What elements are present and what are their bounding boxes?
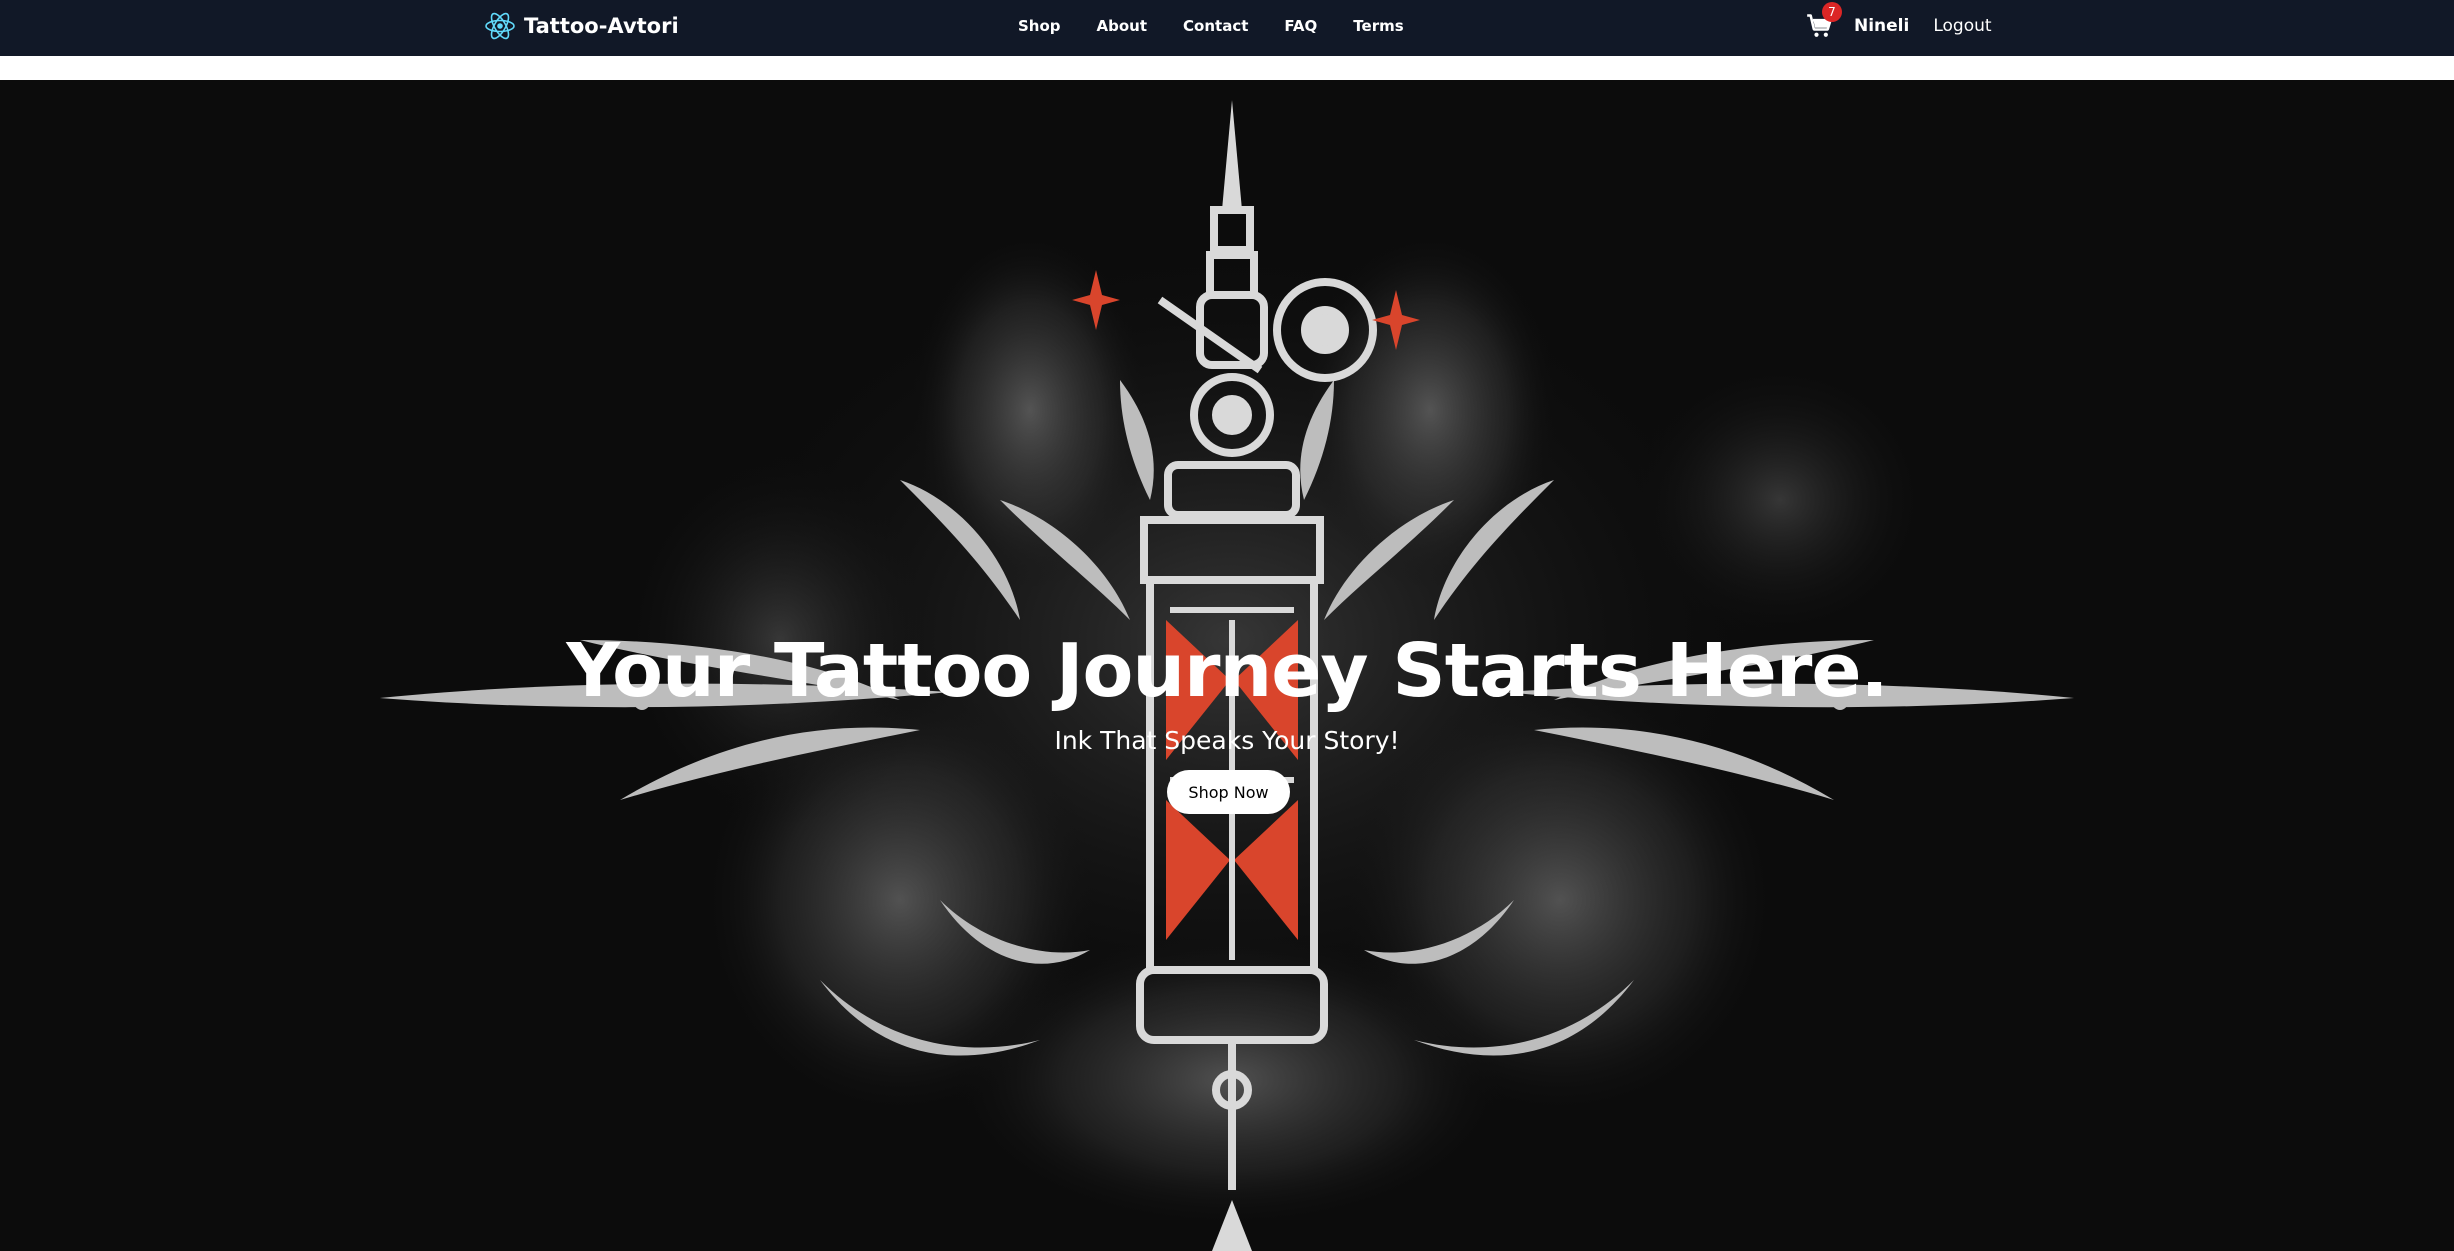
cart-button[interactable]: 7 bbox=[1806, 2, 1842, 40]
cart-count-badge: 7 bbox=[1822, 2, 1842, 22]
brand-link[interactable]: Tattoo-Avtori bbox=[484, 0, 679, 52]
hero-subtitle: Ink That Speaks Your Story! bbox=[1054, 726, 1400, 755]
nav-link-faq[interactable]: FAQ bbox=[1266, 17, 1335, 35]
username: Nineli bbox=[1854, 16, 1910, 36]
nav-link-contact[interactable]: Contact bbox=[1165, 17, 1266, 35]
brand-name: Tattoo-Avtori bbox=[524, 14, 679, 38]
nav-link-shop[interactable]: Shop bbox=[1000, 17, 1079, 35]
logout-link[interactable]: Logout bbox=[1933, 16, 1991, 36]
hero-title: Your Tattoo Journey Starts Here. bbox=[566, 628, 1888, 714]
nav-links: Shop About Contact FAQ Terms bbox=[1000, 0, 1422, 52]
react-atom-logo-icon bbox=[485, 12, 515, 40]
hero-section: Your Tattoo Journey Starts Here. Ink Tha… bbox=[0, 80, 2454, 1251]
nav-link-about[interactable]: About bbox=[1079, 17, 1166, 35]
shop-now-button[interactable]: Shop Now bbox=[1167, 770, 1290, 814]
nav-link-terms[interactable]: Terms bbox=[1335, 17, 1421, 35]
top-navbar: Tattoo-Avtori Shop About Contact FAQ Ter… bbox=[0, 0, 2454, 56]
user-controls: 7 Nineli Logout bbox=[1806, 0, 1992, 52]
